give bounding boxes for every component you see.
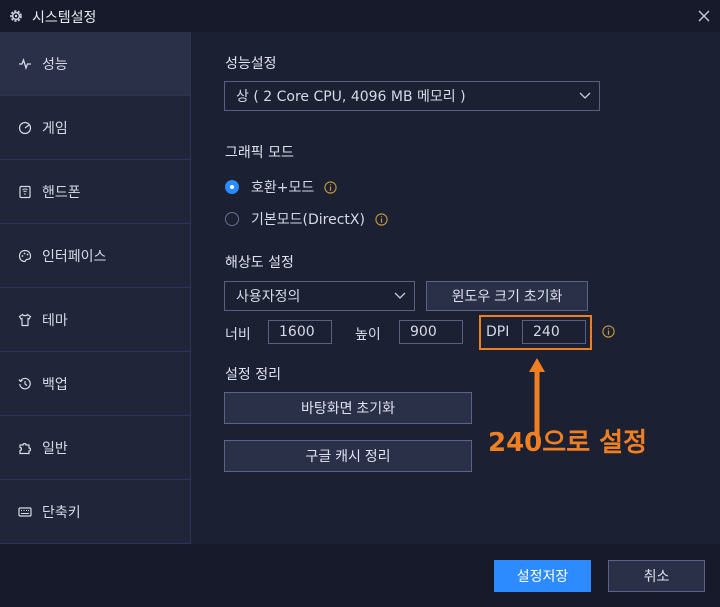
radio-button-checked[interactable] <box>225 180 239 194</box>
resolution-preset-value: 사용자정의 <box>236 289 301 305</box>
sidebar-item-label: 핸드폰 <box>42 184 81 201</box>
sidebar-item-shortcut[interactable]: 단축키 <box>0 480 190 544</box>
width-input[interactable]: 1600 <box>268 320 332 344</box>
phone-icon <box>19 185 31 198</box>
dpi-input[interactable]: 240 <box>522 320 586 344</box>
history-icon <box>18 377 31 389</box>
window-title: 시스템설정 <box>32 10 97 26</box>
footer-bar: 설정저장 취소 <box>0 544 720 607</box>
radio-label: 호환+모드 <box>251 180 315 196</box>
game-icon <box>18 121 32 134</box>
info-icon[interactable] <box>375 212 388 226</box>
sidebar-item-label: 백업 <box>42 376 68 393</box>
sidebar-item-general[interactable]: 일반 <box>0 416 190 480</box>
performance-select-value: 상 ( 2 Core CPU, 4096 MB 메모리 ) <box>236 89 466 105</box>
chevron-down-icon <box>579 92 591 99</box>
dpi-label: DPI <box>486 324 510 340</box>
info-icon[interactable] <box>602 325 615 338</box>
radio-label: 기본모드(DirectX) <box>251 212 365 228</box>
sidebar-item-backup[interactable]: 백업 <box>0 352 190 416</box>
cancel-button[interactable]: 취소 <box>608 560 705 592</box>
performance-select[interactable]: 상 ( 2 Core CPU, 4096 MB 메모리 ) <box>224 81 600 111</box>
cleanup-section-title: 설정 정리 <box>225 367 281 383</box>
sidebar-item-phone[interactable]: 핸드폰 <box>0 160 190 224</box>
height-input[interactable]: 900 <box>399 320 463 344</box>
radio-button[interactable] <box>225 212 239 226</box>
performance-section-title: 성능설정 <box>225 56 277 72</box>
close-icon[interactable] <box>696 8 712 24</box>
sidebar-item-label: 일반 <box>42 440 68 457</box>
info-icon[interactable] <box>324 180 337 194</box>
radio-basic-mode[interactable]: 기본모드(DirectX) <box>225 209 388 229</box>
shirt-icon <box>18 313 32 326</box>
resolution-section-title: 해상도 설정 <box>225 255 294 271</box>
reset-window-size-button[interactable]: 윈도우 크기 초기화 <box>426 281 588 311</box>
pulse-icon <box>19 57 31 70</box>
height-label: 높이 <box>355 327 381 343</box>
radio-compat-mode[interactable]: 호환+모드 <box>225 177 337 197</box>
puzzle-icon <box>19 442 32 454</box>
sidebar-item-label: 인터페이스 <box>42 248 107 265</box>
save-settings-button[interactable]: 설정저장 <box>494 560 591 592</box>
sidebar: 성능 게임 핸드폰 인터페이스 테마 백업 일반 단축키 <box>0 32 191 544</box>
sidebar-item-game[interactable]: 게임 <box>0 96 190 160</box>
sidebar-item-label: 단축키 <box>42 504 81 521</box>
title-bar: 시스템설정 <box>0 0 720 32</box>
graphics-section-title: 그래픽 모드 <box>225 145 294 161</box>
sidebar-item-interface[interactable]: 인터페이스 <box>0 224 190 288</box>
sidebar-item-label: 성능 <box>42 56 68 73</box>
width-label: 너비 <box>225 327 251 343</box>
clear-google-cache-button[interactable]: 구글 캐시 정리 <box>224 440 472 472</box>
resolution-preset-select[interactable]: 사용자정의 <box>224 281 415 311</box>
palette-icon <box>18 249 32 262</box>
chevron-down-icon <box>394 292 406 299</box>
sidebar-item-performance[interactable]: 성능 <box>0 32 190 96</box>
annotation-text: 240으로 설정 <box>488 428 648 458</box>
sidebar-item-label: 테마 <box>42 312 68 329</box>
settings-panel: 성능설정 상 ( 2 Core CPU, 4096 MB 메모리 ) 그래픽 모… <box>192 32 720 544</box>
keyboard-icon <box>18 506 32 517</box>
reset-desktop-button[interactable]: 바탕화면 초기화 <box>224 392 472 424</box>
gear-icon <box>10 10 22 22</box>
sidebar-item-theme[interactable]: 테마 <box>0 288 190 352</box>
sidebar-item-label: 게임 <box>42 120 68 137</box>
